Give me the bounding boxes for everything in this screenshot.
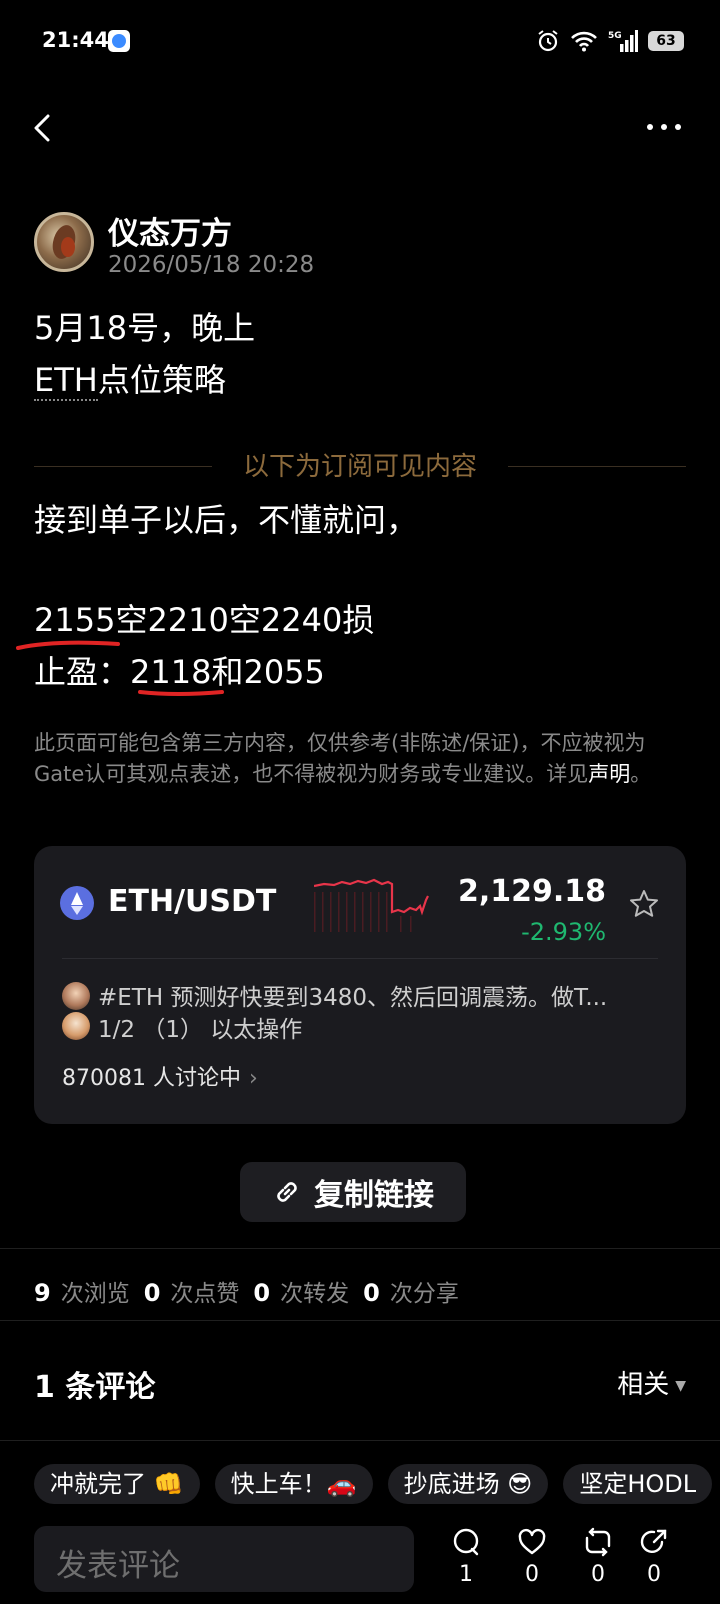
sort-dropdown[interactable]: 相关 ▼ xyxy=(617,1364,686,1401)
comment-input[interactable]: 发表评论 xyxy=(34,1526,414,1592)
chevron-right-icon: › xyxy=(248,1066,258,1091)
post-stats: 9 次浏览 0 次点赞 0 次转发 0 次分享 xyxy=(34,1274,459,1308)
card-divider xyxy=(62,958,658,959)
stat-likes: 0 次点赞 xyxy=(143,1279,240,1307)
post-title-line2-text: 点位策略 xyxy=(97,361,226,399)
eth-icon xyxy=(60,886,94,920)
comment-placeholder: 发表评论 xyxy=(56,1548,180,1584)
post-author[interactable]: 仪态万方 2026/05/18 20:28 xyxy=(34,208,674,278)
status-icons: 5G 63 xyxy=(536,26,684,56)
avatar xyxy=(62,982,90,1010)
post-timestamp: 2026/05/18 20:28 xyxy=(108,252,315,278)
take-profit-label: 止盈： xyxy=(34,653,131,691)
section-divider xyxy=(0,1248,720,1249)
quick-reply-chip[interactable]: 冲就完了 👊 xyxy=(34,1464,200,1504)
post-title-line2: ETH点位策略 xyxy=(34,358,226,402)
alarm-icon xyxy=(538,30,558,52)
link-icon xyxy=(277,1182,297,1202)
disclaimer-text: 此页面可能包含第三方内容，仅供参考(非陈述/保证)，不应被视为Gate认可其观点… xyxy=(34,731,646,786)
back-button[interactable] xyxy=(28,108,64,148)
chevron-left-icon xyxy=(34,114,50,142)
stat-views: 9 次浏览 xyxy=(34,1279,130,1307)
discussion-count[interactable]: 870081 人讨论中 › xyxy=(62,1060,258,1092)
repost-count: 0 xyxy=(591,1562,605,1587)
ticker-tag[interactable]: ETH xyxy=(34,361,98,401)
avatar xyxy=(62,1012,90,1040)
comments-title: 1 条评论 xyxy=(34,1370,156,1405)
share-icon xyxy=(640,1529,667,1553)
star-icon[interactable] xyxy=(628,888,660,920)
stat-reposts: 0 次转发 xyxy=(253,1279,350,1307)
quick-reply-chip[interactable]: 快上车！🚗 xyxy=(214,1464,373,1504)
like-count: 0 xyxy=(525,1562,539,1587)
price-sparkline xyxy=(314,878,429,932)
author-name[interactable]: 仪态万方 xyxy=(108,208,232,253)
section-divider xyxy=(0,1320,720,1321)
trading-pair[interactable]: ETH/USDT xyxy=(108,884,276,919)
ticker-price: 2,129.18 xyxy=(457,874,606,909)
repost-icon xyxy=(585,1527,611,1557)
subscriber-content-label: 以下为订阅可见内容 xyxy=(242,452,477,482)
battery-icon: 63 xyxy=(648,31,684,51)
wifi-icon xyxy=(571,31,597,52)
red-underline-mark xyxy=(16,640,120,650)
comment-count: 1 xyxy=(459,1562,473,1587)
red-underline-mark xyxy=(138,690,224,696)
avatar[interactable] xyxy=(34,212,94,272)
topic-post-line2[interactable]: 1/2 （1） 以太操作 xyxy=(98,1010,302,1044)
quick-reply-chip[interactable]: 坚定HODL xyxy=(563,1464,713,1504)
ticker-card[interactable]: ETH/USDT 2,129.18 -2.93% #ETH 预测好快要到3480… xyxy=(34,846,686,1124)
share-action[interactable]: 0 xyxy=(634,1526,674,1587)
app-notification-icon xyxy=(108,30,130,52)
post-title-line1: 5月18号，晚上 xyxy=(34,309,256,347)
more-dots-icon xyxy=(647,124,681,130)
copy-link-button[interactable]: 复制链接 xyxy=(240,1162,466,1222)
quick-replies: 冲就完了 👊 快上车！🚗 抄底进场 😎 坚定HODL xyxy=(34,1464,720,1506)
comment-icon xyxy=(453,1528,479,1556)
caret-down-icon: ▼ xyxy=(675,1377,686,1394)
disclaimer-end: 。 xyxy=(630,762,652,786)
discussion-count-text: 870081 人讨论中 xyxy=(62,1066,241,1091)
status-bar: 21:44 5G 63 xyxy=(0,0,720,84)
svg-text:5G: 5G xyxy=(608,31,622,41)
copy-link-label: 复制链接 xyxy=(314,1178,434,1213)
share-count: 0 xyxy=(647,1562,661,1587)
ticker-change: -2.93% xyxy=(521,918,606,946)
disclaimer-link[interactable]: 声明 xyxy=(588,762,630,786)
disclaimer: 此页面可能包含第三方内容，仅供参考(非陈述/保证)，不应被视为Gate认可其观点… xyxy=(34,728,684,790)
heart-icon xyxy=(518,1528,546,1555)
more-button[interactable] xyxy=(644,112,688,142)
quick-reply-chip[interactable]: 抄底进场 😎 xyxy=(387,1464,549,1504)
sort-label: 相关 xyxy=(617,1370,670,1400)
post-body-line1: 接到单子以后，不懂就问， xyxy=(34,501,419,539)
signal-icon: 5G xyxy=(608,30,638,52)
status-time: 21:44 xyxy=(42,28,109,52)
stat-shares: 0 次分享 xyxy=(363,1279,459,1307)
section-divider xyxy=(0,1440,720,1441)
topic-post-line1[interactable]: #ETH 预测好快要到3480、然后回调震荡。做T... xyxy=(98,978,668,1012)
repost-action[interactable]: 0 xyxy=(578,1526,618,1587)
comment-action[interactable]: 1 xyxy=(446,1526,486,1587)
like-action[interactable]: 0 xyxy=(512,1526,552,1587)
